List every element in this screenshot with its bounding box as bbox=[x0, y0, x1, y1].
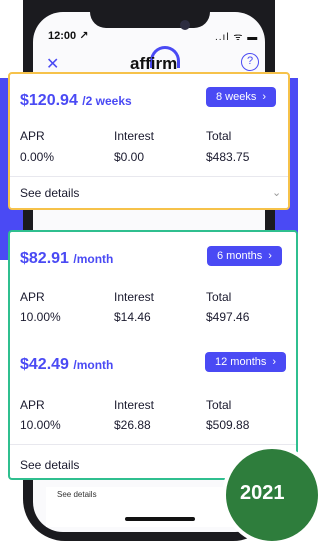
total-value: $497.46 bbox=[206, 310, 250, 324]
interest-value: $26.88 bbox=[114, 418, 151, 432]
interest-value: $0.00 bbox=[114, 150, 145, 164]
plan-card-monthly: $82.91 /month 6 months › APR Interest Tot… bbox=[8, 230, 298, 480]
apr-value: 10.00% bbox=[20, 310, 61, 324]
total-label: Total bbox=[206, 290, 232, 304]
status-time: 12:00 ↗ bbox=[48, 30, 89, 42]
total-label: Total bbox=[206, 398, 232, 412]
interest-value: $14.46 bbox=[114, 310, 151, 324]
interest-label: Interest bbox=[114, 290, 155, 304]
year-badge-label: 2021 bbox=[240, 482, 285, 504]
camera-dot bbox=[180, 20, 190, 30]
affirm-logo: affirm bbox=[130, 54, 178, 73]
apr-value: 0.00% bbox=[20, 150, 55, 164]
plan-period: /2 weeks bbox=[82, 94, 132, 108]
plan-amount: $82.91 /month bbox=[20, 250, 114, 267]
status-icons: ..ıl ᯤ ▬ bbox=[215, 32, 259, 43]
term-label: 8 weeks bbox=[216, 91, 257, 103]
interest-label: Interest bbox=[114, 398, 155, 412]
divider bbox=[10, 176, 288, 177]
apr-label: APR bbox=[20, 129, 45, 143]
term-label: 12 months bbox=[215, 356, 267, 368]
plan-amount: $120.94 /2 weeks bbox=[20, 92, 132, 109]
chevron-right-icon: › bbox=[268, 250, 272, 262]
term-selector-button[interactable]: 8 weeks › bbox=[206, 87, 277, 107]
apr-label: APR bbox=[20, 290, 45, 304]
term-selector-button[interactable]: 12 months › bbox=[205, 352, 287, 372]
plan-card-biweekly: $120.94 /2 weeks 8 weeks › APR Interest T… bbox=[8, 72, 290, 210]
interest-label: Interest bbox=[114, 129, 155, 143]
plan-period: /month bbox=[73, 358, 114, 372]
total-value: $483.75 bbox=[206, 150, 250, 164]
see-details-link[interactable]: See details bbox=[20, 186, 79, 200]
chevron-down-icon[interactable]: ⌄ bbox=[272, 186, 281, 199]
term-selector-button[interactable]: 6 months › bbox=[207, 246, 282, 266]
total-label: Total bbox=[206, 129, 232, 143]
apr-label: APR bbox=[20, 398, 45, 412]
chevron-right-icon: › bbox=[262, 91, 267, 103]
term-label: 6 months bbox=[217, 250, 263, 262]
help-icon[interactable]: ? bbox=[241, 53, 259, 71]
chevron-right-icon: › bbox=[272, 356, 277, 368]
see-details-link[interactable]: See details bbox=[20, 458, 79, 472]
see-details-link-small[interactable]: See details bbox=[57, 490, 97, 499]
phone-notch bbox=[90, 0, 210, 28]
apr-value: 10.00% bbox=[20, 418, 61, 432]
divider bbox=[10, 444, 296, 445]
plan-amount: $42.49 /month bbox=[20, 356, 114, 373]
home-indicator bbox=[125, 517, 195, 521]
plan-period: /month bbox=[73, 252, 114, 266]
total-value: $509.88 bbox=[206, 418, 250, 432]
close-icon[interactable]: ✕ bbox=[46, 54, 59, 74]
